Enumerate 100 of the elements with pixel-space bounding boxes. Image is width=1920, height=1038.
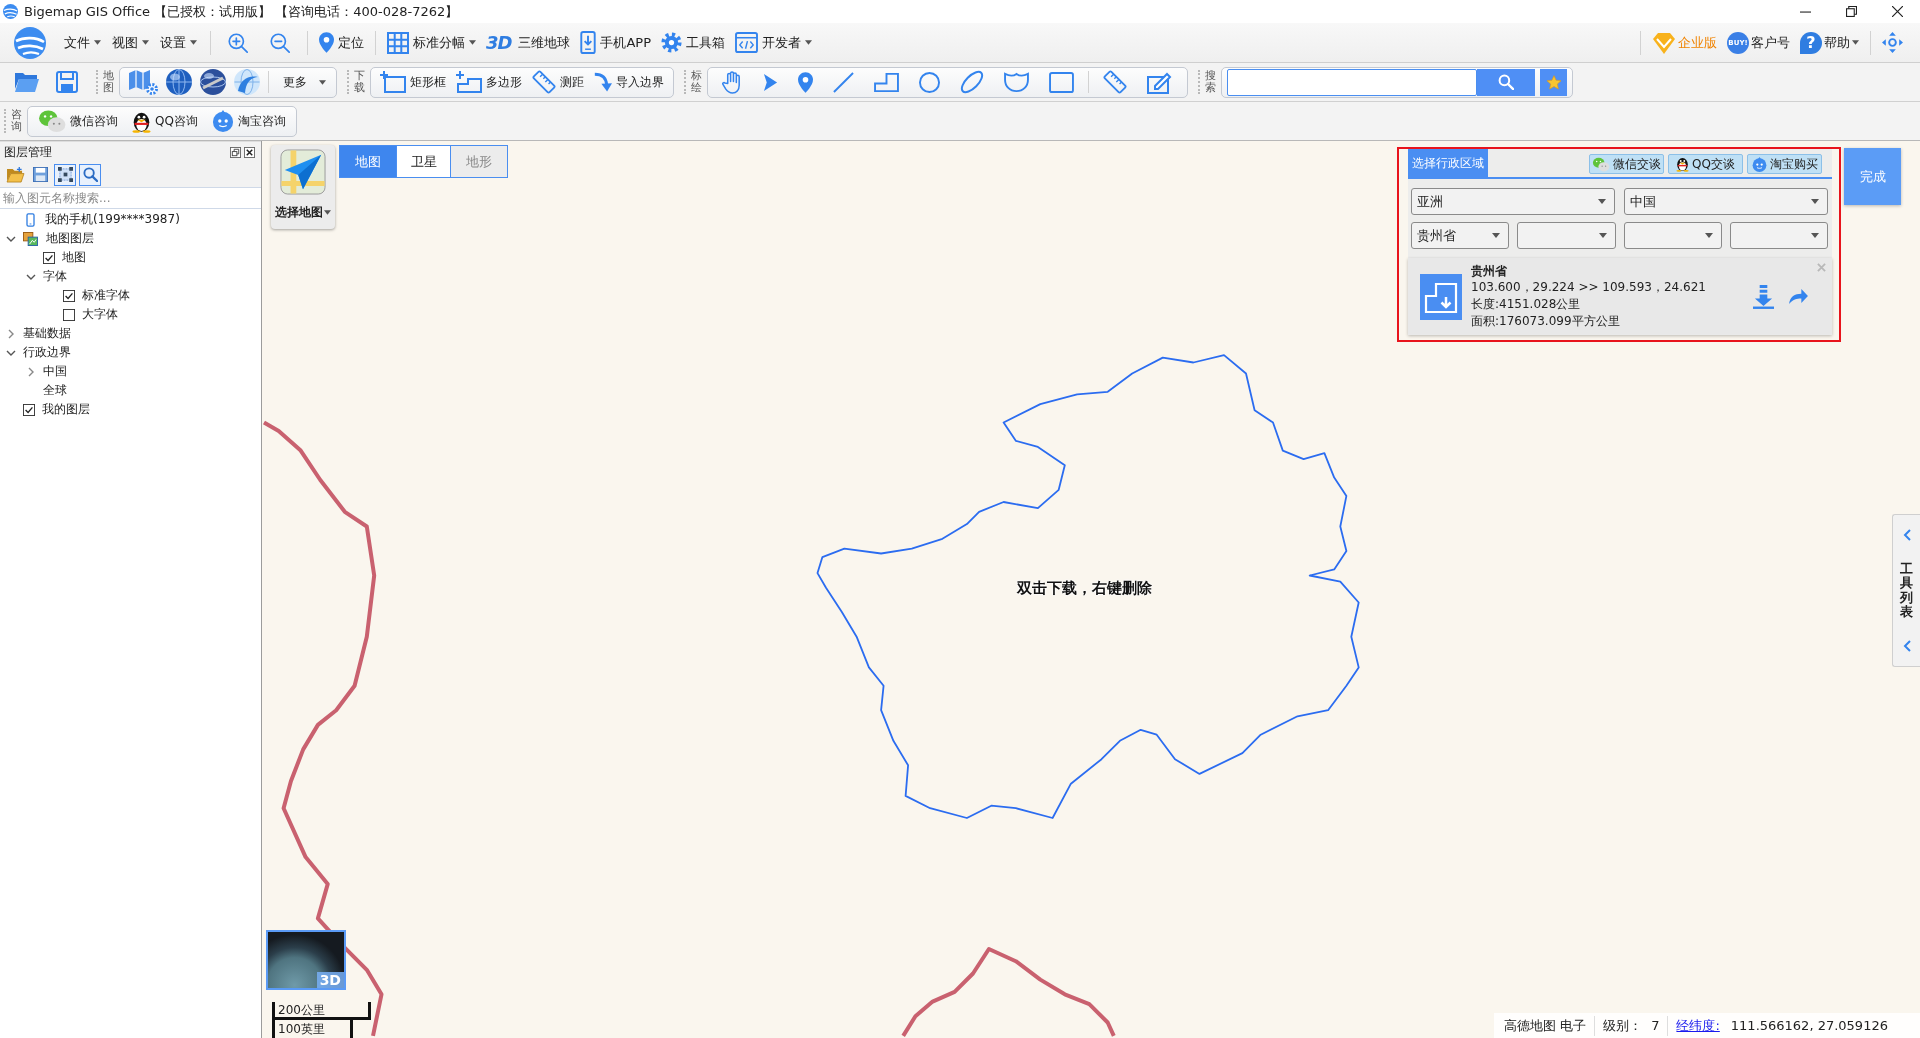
rectangle-icon — [1049, 71, 1074, 93]
tool-list-tab[interactable]: 工具列表 — [1892, 514, 1920, 667]
pin-icon — [798, 71, 813, 93]
globe-3d-button[interactable]: 3D 三维地球 — [481, 26, 576, 59]
close-icon — [1891, 6, 1903, 17]
group-label: 标绘 — [691, 69, 702, 95]
checkbox[interactable] — [63, 308, 75, 321]
group-label: 下载 — [354, 69, 365, 95]
locate-button[interactable]: 定位 — [314, 26, 369, 59]
caret-icon — [319, 79, 326, 85]
star-icon — [1545, 74, 1562, 90]
zoom-in-icon — [228, 32, 248, 53]
tree-item[interactable]: 全球 — [43, 382, 67, 399]
map-picker-button[interactable]: 选择地图 — [271, 145, 335, 229]
consult-button[interactable]: QQ咨询 — [126, 106, 204, 136]
map-type-tab[interactable]: 卫星 — [397, 145, 451, 178]
chat-bubbles-icon — [1592, 156, 1610, 172]
chevron-left-icon — [1902, 529, 1911, 541]
polygon-plus-icon — [456, 71, 482, 93]
help-menu[interactable]: ? 帮助 — [1795, 26, 1864, 59]
tree-item[interactable]: 字体 — [43, 268, 67, 285]
view-menu[interactable]: 视图 — [108, 26, 153, 59]
bounds-text: 103.600，29.224 >> 109.593，24.621 — [1471, 279, 1707, 296]
file-menu[interactable]: 文件 — [60, 26, 105, 59]
globe-icon — [234, 69, 260, 95]
mobile-app-button[interactable]: 手机APP — [575, 26, 657, 59]
dropdown[interactable] — [1517, 222, 1616, 249]
checkbox[interactable] — [63, 289, 75, 302]
chevron-right-icon[interactable] — [28, 366, 34, 377]
tree-item[interactable]: 地图图层 — [46, 230, 94, 247]
tree-item[interactable]: 地图 — [62, 249, 86, 266]
close-icon[interactable] — [244, 146, 255, 158]
restore-icon[interactable] — [230, 146, 241, 158]
import-boundary-button[interactable]: 导入边界 — [589, 67, 669, 97]
panel-title: 图层管理 — [4, 143, 52, 161]
tree-item[interactable]: 我的图层 — [42, 401, 90, 418]
paper-plane-map-icon — [280, 149, 326, 195]
tree-item[interactable]: 标准字体 — [82, 287, 130, 304]
circle-icon — [919, 71, 940, 93]
globe-icon — [166, 69, 192, 95]
region-download-icon[interactable] — [1420, 273, 1462, 320]
map-type-tab[interactable]: 地图 — [339, 145, 397, 178]
find-button[interactable] — [79, 163, 101, 186]
caret-icon — [1852, 40, 1859, 45]
select-button[interactable] — [54, 163, 76, 186]
tree-item[interactable]: 我的手机(199****3987) — [45, 211, 180, 228]
map-source-label: 高德地图 电子 — [1504, 1016, 1587, 1035]
dropdown[interactable]: 亚洲 — [1411, 188, 1615, 215]
search-field[interactable] — [1227, 68, 1477, 96]
polygon-download-button[interactable]: 多边形 — [451, 67, 527, 97]
tree-item[interactable]: 行政边界 — [23, 344, 71, 361]
map-gear-icon — [128, 69, 158, 95]
map-sheet-button[interactable]: 标准分幅 — [382, 26, 481, 59]
length-text: 长度:4151.028公里 — [1471, 296, 1582, 313]
toolbox-button[interactable]: 工具箱 — [656, 26, 731, 59]
chevron-right-icon[interactable] — [8, 328, 14, 339]
smiley-icon — [211, 110, 234, 132]
dropdown[interactable]: 中国 — [1624, 188, 1828, 215]
contact-button[interactable]: 微信交谈 — [1589, 154, 1664, 174]
tree-item[interactable]: 中国 — [43, 363, 67, 380]
share-icon[interactable] — [1788, 288, 1809, 305]
download-icon[interactable] — [1753, 284, 1774, 309]
developer-menu[interactable]: 开发者 — [730, 26, 818, 59]
consult-button[interactable]: 淘宝咨询 — [205, 106, 292, 136]
polyline-icon — [874, 71, 899, 93]
coordinates-link[interactable]: 经纬度: — [1676, 1016, 1720, 1035]
tree-item[interactable]: 大字体 — [82, 306, 118, 323]
pin-icon — [319, 32, 334, 53]
rectangle-download-button[interactable]: 矩形框 — [375, 67, 451, 97]
caret-icon — [324, 210, 331, 215]
contact-button[interactable]: 淘宝购买 — [1747, 154, 1822, 174]
more-menu[interactable]: 更多 — [273, 67, 332, 97]
checkbox[interactable] — [43, 251, 55, 264]
coordinates-value: 111.566162, 27.059126 — [1730, 1018, 1888, 1033]
settings-menu[interactable]: 设置 — [156, 26, 201, 59]
map-hint-label: 双击下载，右键删除 — [1017, 579, 1152, 598]
logo-icon — [14, 26, 46, 59]
search-button[interactable] — [1477, 68, 1535, 96]
chevron-down-icon[interactable] — [26, 273, 36, 280]
ruler-icon — [532, 70, 556, 94]
group-label: 咨询 — [11, 108, 22, 134]
chevron-down-icon[interactable] — [6, 349, 16, 356]
chevron-down-icon[interactable] — [6, 235, 16, 242]
contact-button[interactable]: QQ交谈 — [1668, 154, 1743, 174]
dropdown[interactable]: 贵州省 — [1411, 222, 1510, 249]
hand-icon — [722, 70, 743, 94]
dropdown[interactable] — [1729, 222, 1828, 249]
tree-item[interactable]: 基础数据 — [23, 325, 71, 342]
scale-label: 200公里 — [275, 1002, 371, 1020]
curve-shape-icon — [1004, 71, 1029, 93]
dropdown[interactable] — [1623, 222, 1722, 249]
consult-button[interactable]: 微信咨询 — [32, 106, 124, 136]
checkbox[interactable] — [23, 403, 35, 416]
measure-button[interactable]: 测距 — [527, 67, 589, 97]
region-name: 贵州省 — [1471, 263, 1508, 279]
favorite-button[interactable] — [1540, 68, 1567, 96]
diamond-icon — [1652, 31, 1676, 54]
code-window-icon — [735, 32, 759, 53]
globe-icon — [200, 69, 226, 95]
pointer-icon — [763, 72, 778, 92]
